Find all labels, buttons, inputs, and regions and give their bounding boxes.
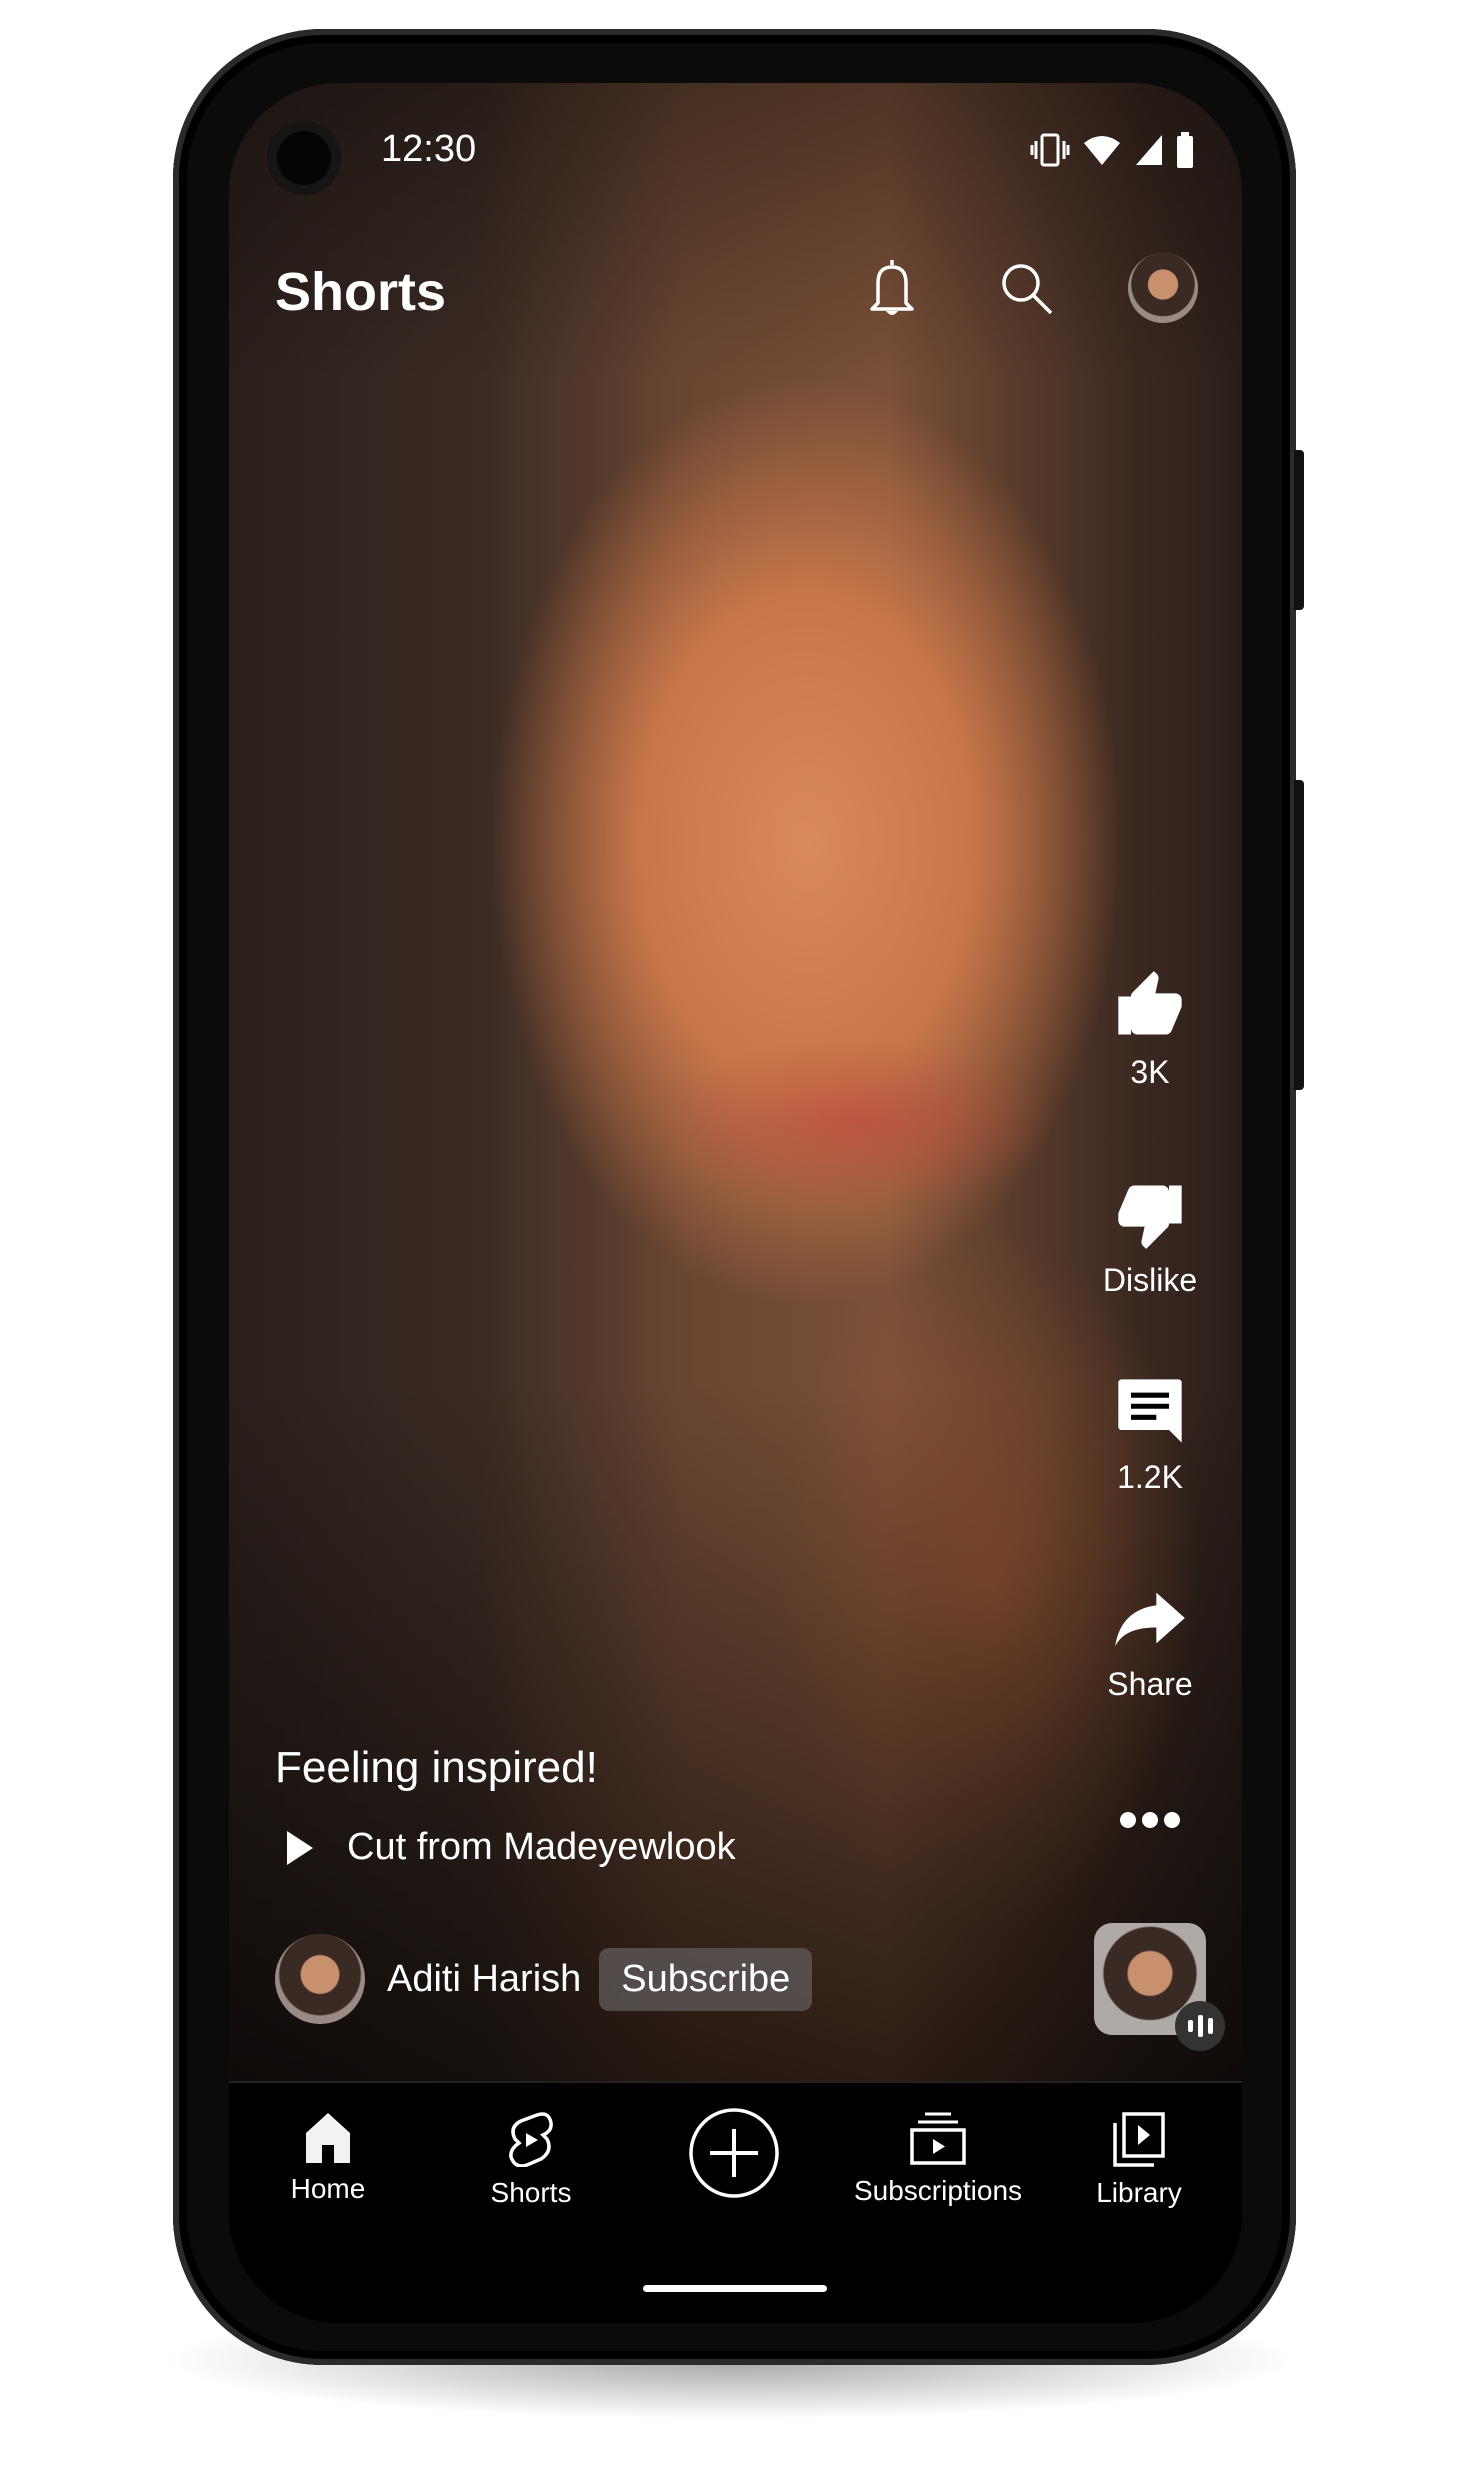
thumbs-down-icon — [1118, 1185, 1182, 1249]
page-title: Shorts — [275, 262, 447, 322]
video-caption: Feeling inspired! — [275, 1743, 598, 1792]
nav-create[interactable] — [624, 2107, 844, 2209]
channel-row: Aditi Harish Subscribe — [275, 1934, 813, 2024]
channel-avatar[interactable] — [275, 1934, 365, 2024]
front-camera — [267, 121, 341, 195]
nav-subscriptions[interactable]: Subscriptions — [828, 2111, 1048, 2207]
nav-home[interactable]: Home — [229, 2111, 438, 2205]
like-count: 3K — [1130, 1054, 1170, 1090]
home-indicator[interactable] — [643, 2285, 827, 2292]
home-icon — [306, 2113, 350, 2163]
status-icons — [1030, 131, 1194, 169]
nav-home-label: Home — [290, 2173, 366, 2204]
nav-shorts[interactable]: Shorts — [421, 2111, 641, 2209]
share-button[interactable]: Share — [1090, 1580, 1210, 1703]
share-label: Share — [1107, 1666, 1193, 1702]
more-icon[interactable] — [1118, 1808, 1182, 1832]
share-icon — [1115, 1592, 1185, 1647]
audio-bars-icon — [1175, 2001, 1225, 2051]
comment-count: 1.2K — [1117, 1459, 1183, 1495]
create-icon — [689, 2108, 779, 2198]
play-icon — [287, 1830, 313, 1865]
nav-shorts-label: Shorts — [490, 2177, 572, 2208]
nav-library-label: Library — [1096, 2177, 1182, 2208]
wifi-icon — [1084, 136, 1120, 165]
library-icon — [1113, 2112, 1165, 2167]
like-button[interactable]: 3K — [1090, 968, 1210, 1091]
thumbs-up-icon — [1118, 971, 1182, 1035]
bell-icon[interactable] — [869, 257, 915, 319]
subscriptions-icon — [910, 2112, 966, 2165]
comments-button[interactable]: 1.2K — [1090, 1373, 1210, 1496]
signal-icon — [1136, 135, 1162, 165]
subscribe-button[interactable]: Subscribe — [599, 1947, 813, 2011]
battery-icon — [1177, 132, 1193, 168]
volume-button — [1294, 780, 1304, 1090]
cut-from-text: Cut from Madeyewlook — [347, 1826, 736, 1868]
search-icon[interactable] — [999, 261, 1055, 317]
screen: 12:30 Shorts 3K Dislike 1.2K Share Feeli… — [229, 83, 1242, 2323]
shorts-icon — [509, 2112, 553, 2167]
comment-icon — [1118, 1379, 1182, 1443]
status-time: 12:30 — [381, 128, 477, 170]
power-button — [1294, 450, 1304, 610]
nav-library[interactable]: Library — [1029, 2111, 1242, 2209]
channel-name[interactable]: Aditi Harish — [387, 1958, 581, 2001]
dislike-label: Dislike — [1102, 1262, 1198, 1298]
account-avatar[interactable] — [1128, 253, 1198, 323]
nav-subscriptions-label: Subscriptions — [853, 2175, 1023, 2206]
cut-from-link[interactable]: Cut from Madeyewlook — [287, 1826, 736, 1869]
dislike-button[interactable]: Dislike — [1090, 1176, 1210, 1299]
vibrate-icon — [1030, 133, 1070, 167]
